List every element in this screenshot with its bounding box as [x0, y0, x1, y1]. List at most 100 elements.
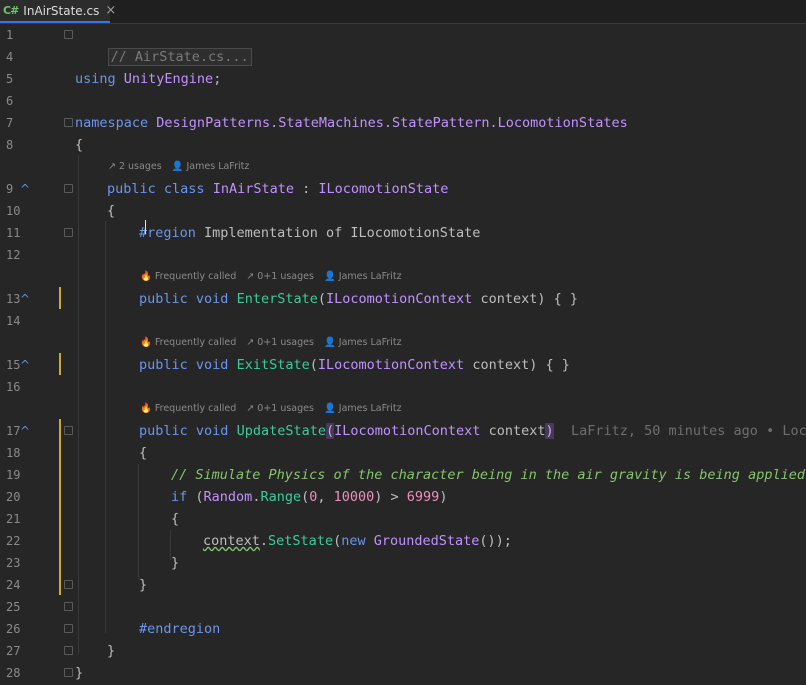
codevision-hint[interactable]: 🔥 Frequently called ↗ 0+1 usages 👤 James LaFr… [140, 332, 402, 354]
code-line-5[interactable]: using UnityEngine; [75, 68, 221, 90]
line-number: 23 [6, 556, 21, 570]
vcs-change-marker[interactable] [59, 353, 61, 375]
frequently-called[interactable]: Frequently called [155, 403, 236, 414]
person-icon: 👤 [323, 403, 336, 414]
fold-marker-icon[interactable] [64, 228, 73, 237]
line-number: 16 [6, 380, 21, 394]
code-line-20[interactable]: if (Random.Range(0, 10000) > 6999) [171, 486, 447, 508]
class-name: GroundedState [373, 533, 480, 549]
code-line-8[interactable]: { [75, 134, 83, 156]
codevision-hint[interactable]: 🔥 Frequently called ↗ 0+1 usages 👤 James LaFr… [140, 266, 402, 288]
implements-icon[interactable]: ^ [20, 420, 30, 442]
indent-guide [78, 155, 79, 655]
usages-count[interactable]: 2 usages [119, 161, 162, 172]
code-line-23[interactable]: } [171, 552, 179, 574]
vcs-change-marker[interactable] [59, 419, 61, 595]
tab-inairstate[interactable]: C# InAirState.cs × [0, 0, 116, 23]
usages-count[interactable]: 0+1 usages [257, 337, 314, 348]
punct: ( [309, 357, 318, 373]
code-line-10[interactable]: { [107, 200, 115, 222]
line-number: 19 [6, 468, 21, 482]
close-icon[interactable]: × [105, 3, 116, 18]
line-number: 18 [6, 446, 21, 460]
code-line-1[interactable]: // AirState.cs... [75, 24, 252, 66]
fire-icon: 🔥 [140, 403, 152, 414]
code-line-26[interactable]: #endregion [139, 618, 220, 640]
fold-marker-icon[interactable] [64, 580, 73, 589]
line-number: 5 [6, 72, 14, 86]
implements-icon[interactable]: ^ [20, 178, 30, 200]
fold-marker-icon[interactable] [64, 668, 73, 677]
line-number: 27 [6, 644, 21, 658]
code-line-9[interactable]: public class InAirState : ILocomotionSta… [107, 178, 448, 200]
code-line-24[interactable]: } [139, 574, 147, 596]
code-line-19[interactable]: // Simulate Physics of the character bei… [171, 464, 805, 486]
code-editor[interactable]: 1 4 5 6 7 8 9 10 11 12 13 14 15 16 17 18… [0, 24, 806, 685]
line-number: 10 [6, 204, 21, 218]
fold-marker-icon[interactable] [64, 30, 73, 39]
usages-count[interactable]: 0+1 usages [257, 271, 314, 282]
person-icon: 👤 [171, 161, 184, 172]
keyword: using [75, 71, 116, 87]
implements-icon[interactable]: ^ [20, 354, 30, 376]
vcs-change-marker[interactable] [59, 287, 61, 309]
punct: ( [333, 533, 342, 549]
class-name: Random [203, 489, 253, 505]
fold-marker-icon[interactable] [64, 646, 73, 655]
usages-icon: ↗ [108, 161, 116, 172]
tab-label: InAirState.cs [23, 3, 100, 18]
keyword: void [195, 291, 229, 307]
keyword: void [195, 357, 229, 373]
method-name: UpdateState [236, 423, 326, 439]
line-number: 22 [6, 534, 21, 548]
punct [366, 533, 374, 549]
matched-paren: ( [325, 423, 335, 439]
method-name: EnterState [236, 291, 318, 307]
punct: ( [187, 489, 204, 505]
code-line-28[interactable]: } [75, 662, 83, 684]
frequently-called[interactable]: Frequently called [155, 337, 236, 348]
fold-marker-icon[interactable] [64, 426, 73, 435]
author[interactable]: James LaFritz [339, 337, 402, 348]
implements-icon[interactable]: ^ [20, 288, 30, 310]
fold-marker-icon[interactable] [64, 118, 73, 127]
method-name: ExitState [236, 357, 310, 373]
type-name: ILocomotionContext [326, 291, 473, 307]
indent-guide [105, 221, 106, 633]
keyword: public [139, 357, 188, 373]
punct: . [259, 533, 269, 549]
punct: : [293, 181, 319, 197]
line-number: 26 [6, 622, 21, 636]
fold-marker-icon[interactable] [64, 184, 73, 193]
fold-marker-icon[interactable] [64, 602, 73, 611]
frequently-called[interactable]: Frequently called [155, 271, 236, 282]
codevision-hint[interactable]: 🔥 Frequently called ↗ 0+1 usages 👤 James LaFr… [140, 398, 402, 420]
code-line-18[interactable]: { [139, 442, 147, 464]
keyword: if [171, 489, 188, 505]
folded-region[interactable]: // AirState.cs... [107, 48, 252, 66]
code-line-11[interactable]: #region Implementation of ILocomotionSta… [139, 222, 480, 244]
code-line-21[interactable]: { [171, 508, 179, 530]
author[interactable]: James LaFritz [339, 271, 402, 282]
codevision-hint[interactable]: ↗ 2 usages 👤 James LaFritz [108, 156, 249, 178]
code-line-7[interactable]: namespace DesignPatterns.StateMachines.S… [75, 112, 628, 134]
usages-count[interactable]: 0+1 usages [257, 403, 314, 414]
code-line-17[interactable]: public void UpdateState(ILocomotionConte… [139, 420, 554, 442]
code-line-22[interactable]: context.SetState(new GroundedState()); [203, 530, 512, 552]
code-line-15[interactable]: public void ExitState(ILocomotionContext… [139, 354, 570, 376]
git-blame-annotation[interactable]: LaFritz, 50 minutes ago • Loco [571, 420, 806, 442]
author[interactable]: James LaFritz [339, 403, 402, 414]
usages-icon: ↗ [246, 403, 255, 414]
keyword: public [139, 291, 188, 307]
code-line-13[interactable]: public void EnterState(ILocomotionContex… [139, 288, 578, 310]
punct: , [317, 489, 334, 505]
author[interactable]: James LaFritz [187, 161, 250, 172]
code-line-27[interactable]: } [107, 640, 115, 662]
mouse-cursor-icon [145, 220, 152, 234]
person-icon: 👤 [323, 271, 336, 282]
namespace-name: UnityEngine [123, 71, 214, 87]
method-name: Range [260, 489, 302, 505]
line-number: 4 [6, 50, 14, 64]
region-name: Implementation of ILocomotionState [195, 225, 481, 241]
fold-marker-icon[interactable] [64, 624, 73, 633]
